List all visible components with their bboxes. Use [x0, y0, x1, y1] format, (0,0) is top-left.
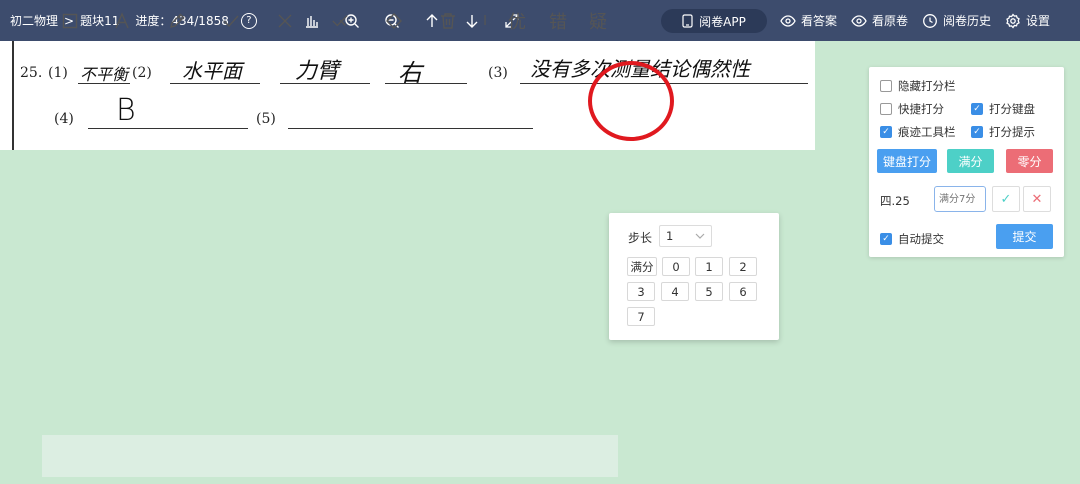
hide-score-bar-label: 隐藏打分栏 — [898, 79, 956, 93]
quick-score-option[interactable]: 快捷打分 — [880, 101, 944, 117]
mark-doubt-button[interactable]: 疑 — [586, 0, 610, 42]
cancel-score-button[interactable]: ✕ — [1023, 186, 1051, 212]
key-0[interactable]: 0 — [662, 257, 690, 276]
app-button-label: 阅卷APP — [699, 14, 746, 29]
eye-icon — [851, 14, 867, 27]
text-icon[interactable] — [108, 0, 136, 42]
question-number: 25. — [20, 65, 43, 81]
confirm-score-button[interactable]: ✓ — [992, 186, 1020, 212]
trace-toolbar-option[interactable]: ✓ 痕迹工具栏 — [880, 124, 956, 140]
answer-1: 不平衡 — [80, 65, 129, 84]
step-value: 1 — [666, 229, 674, 243]
check-icon[interactable] — [217, 0, 245, 42]
cross-icon[interactable] — [271, 0, 299, 42]
blank-line — [88, 128, 248, 129]
pencil-icon[interactable] — [163, 0, 191, 42]
view-original-link[interactable]: 看原卷 — [851, 12, 908, 29]
step-select[interactable]: 1 — [659, 225, 712, 247]
answer-4: B — [116, 93, 136, 128]
key-3[interactable]: 3 — [627, 282, 655, 301]
history-link[interactable]: 阅卷历史 — [922, 12, 991, 29]
key-2[interactable]: 2 — [729, 257, 757, 276]
blank-line — [385, 83, 467, 84]
step-label: 步长 — [628, 231, 653, 245]
clock-icon — [923, 13, 937, 28]
part-5-label: (5) — [256, 111, 276, 127]
quick-score-checkbox[interactable] — [880, 103, 892, 115]
phone-icon — [682, 14, 693, 28]
view-answer-label: 看答案 — [801, 14, 838, 28]
score-input[interactable] — [934, 186, 986, 212]
half-check-icon[interactable] — [325, 0, 355, 42]
auto-submit-label: 自动提交 — [898, 232, 944, 246]
toolbar-separator: I — [483, 13, 487, 29]
trace-toolbar-checkbox[interactable]: ✓ — [880, 126, 892, 138]
key-1[interactable]: 1 — [695, 257, 723, 276]
error-mark-circle — [588, 61, 674, 141]
top-links: 看答案 看原卷 阅卷历史 设置 — [780, 0, 1050, 41]
app-button[interactable]: 阅卷APP — [661, 9, 767, 33]
blank-line — [170, 83, 260, 84]
part-3-label: (3) — [488, 65, 508, 81]
settings-link[interactable]: 设置 — [1005, 12, 1050, 29]
key-6[interactable]: 6 — [729, 282, 757, 301]
hide-score-bar-option[interactable]: 隐藏打分栏 — [880, 78, 956, 94]
submit-button[interactable]: 提交 — [996, 224, 1053, 249]
eye-icon — [780, 14, 796, 27]
score-hint-label: 打分提示 — [989, 125, 1035, 139]
score-hint-checkbox[interactable]: ✓ — [971, 126, 983, 138]
blank-line — [78, 83, 130, 84]
hide-score-bar-checkbox[interactable] — [880, 80, 892, 92]
trace-toolbar-label: 痕迹工具栏 — [898, 125, 956, 139]
score-keyboard-checkbox[interactable]: ✓ — [971, 103, 983, 115]
answer-2b: 力臂 — [295, 59, 340, 84]
full-score-button[interactable]: 满分 — [947, 149, 994, 173]
blank-line — [288, 128, 533, 129]
sheet-margin-line — [12, 41, 14, 150]
key-5[interactable]: 5 — [695, 282, 723, 301]
part-2-label: (2) — [132, 65, 152, 81]
key-7[interactable]: 7 — [627, 307, 655, 326]
answer-2a: 水平面 — [182, 59, 242, 83]
key-4[interactable]: 4 — [661, 282, 689, 301]
question-label: 四.25 — [880, 194, 910, 208]
blank-line — [280, 83, 370, 84]
top-bar: 初二物理 > 题块11 进度：434/1858 ? 阅卷APP 看答案 看原卷 … — [0, 0, 1080, 41]
trash-icon[interactable] — [434, 0, 462, 42]
answer-sheet-image[interactable]: 25. (1) 不平衡 (2) 水平面 力臂 右 (3) 没有多次测量结论偶然性… — [0, 41, 815, 150]
gear-icon — [1006, 12, 1020, 29]
chevron-down-icon — [695, 233, 705, 239]
mark-wrong-button[interactable]: 错 — [546, 0, 570, 42]
annotation-toolbar — [42, 435, 618, 477]
part-1-label: (1) — [48, 65, 68, 81]
score-hint-option[interactable]: ✓ 打分提示 — [971, 124, 1035, 140]
eraser-icon[interactable] — [380, 0, 408, 42]
view-answer-link[interactable]: 看答案 — [780, 12, 837, 29]
auto-submit-option[interactable]: ✓ 自动提交 — [880, 231, 944, 247]
zero-score-button[interactable]: 零分 — [1006, 149, 1053, 173]
score-keyboard-option[interactable]: ✓ 打分键盘 — [971, 101, 1035, 117]
part-4-label: (4) — [54, 111, 74, 127]
settings-label: 设置 — [1026, 14, 1051, 28]
keyboard-score-button[interactable]: 键盘打分 — [877, 149, 937, 173]
mark-excellent-button[interactable]: 优 — [505, 0, 529, 42]
square-icon[interactable] — [56, 0, 84, 42]
breadcrumb-subject[interactable]: 初二物理 — [10, 12, 58, 29]
history-label: 阅卷历史 — [943, 14, 992, 28]
auto-submit-checkbox[interactable]: ✓ — [880, 233, 892, 245]
key-full-score[interactable]: 满分 — [627, 257, 657, 276]
quick-score-label: 快捷打分 — [898, 102, 944, 116]
view-original-label: 看原卷 — [872, 14, 909, 28]
score-keyboard-label: 打分键盘 — [989, 102, 1035, 116]
